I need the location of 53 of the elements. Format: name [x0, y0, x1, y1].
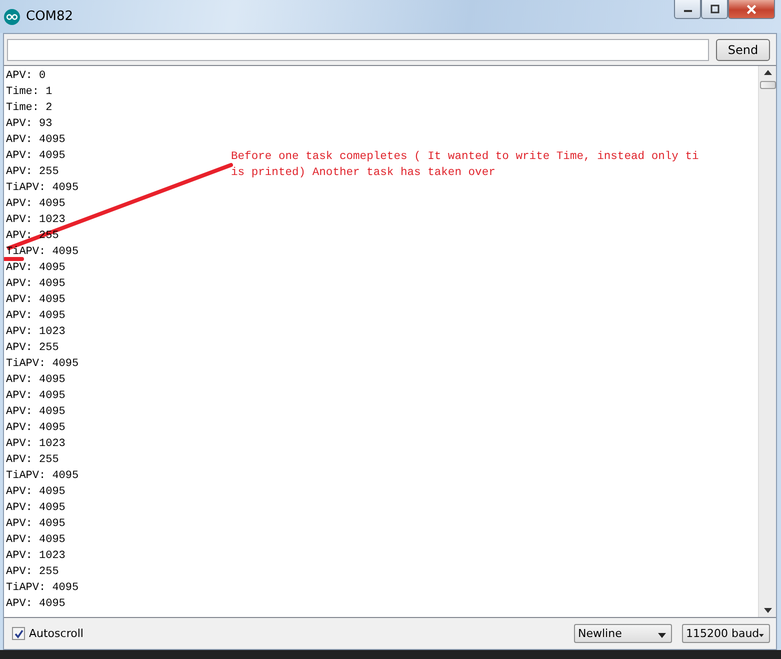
- output-line: APV: 4095: [6, 373, 66, 388]
- output-line: APV: 1023: [6, 213, 66, 228]
- output-line: APV: 1023: [6, 549, 66, 564]
- output-line: APV: 4095: [6, 501, 66, 516]
- output-line: APV: 4095: [6, 133, 66, 148]
- send-input-field[interactable]: [7, 39, 709, 61]
- output-line: TiAPV: 4095: [6, 181, 79, 196]
- output-line: APV: 1023: [6, 437, 66, 452]
- output-line: APV: 4095: [6, 309, 66, 324]
- output-line: APV: 4095: [6, 485, 66, 500]
- scroll-down-icon[interactable]: [764, 608, 772, 613]
- output-line: APV: 4095: [6, 517, 66, 532]
- output-line: Time: 2: [6, 101, 52, 116]
- output-line: APV: 4095: [6, 293, 66, 308]
- autoscroll-checkbox[interactable]: [12, 627, 25, 640]
- output-line: APV: 4095: [6, 597, 66, 612]
- caret-icon: [658, 632, 666, 638]
- output-line: TiAPV: 4095: [6, 245, 79, 260]
- output-line: APV: 4095: [6, 149, 66, 164]
- output-line: APV: 4095: [6, 533, 66, 548]
- maximize-button[interactable]: [701, 0, 728, 19]
- autoscroll-label: Autoscroll: [29, 627, 84, 640]
- close-icon: [746, 4, 757, 14]
- maximize-icon: [710, 4, 720, 14]
- output-line: APV: 4095: [6, 405, 66, 420]
- output-line: APV: 255: [6, 165, 59, 180]
- output-line: APV: 4095: [6, 389, 66, 404]
- output-line: APV: 4095: [6, 277, 66, 292]
- output-line: APV: 1023: [6, 325, 66, 340]
- output-line: APV: 255: [6, 341, 59, 356]
- output-line: APV: 4095: [6, 261, 66, 276]
- send-button[interactable]: Send: [716, 39, 770, 61]
- output-line: TiAPV: 4095: [6, 357, 79, 372]
- output-line: TiAPV: 4095: [6, 469, 79, 484]
- line-ending-dropdown[interactable]: Newline: [574, 624, 672, 643]
- window-title: COM82: [26, 9, 74, 24]
- annotation-text: Before one task comepletes ( It wanted to write Time, instead only ti is printed) Another task has taken over: [231, 150, 700, 181]
- vertical-scrollbar[interactable]: [758, 66, 776, 617]
- minimize-button[interactable]: [674, 0, 701, 19]
- output-line: APV: 0: [6, 69, 46, 84]
- scroll-up-icon[interactable]: [764, 70, 772, 75]
- baud-rate-dropdown[interactable]: 115200 baud: [682, 624, 770, 643]
- output-line: APV: 4095: [6, 197, 66, 212]
- output-line: APV: 4095: [6, 421, 66, 436]
- close-button[interactable]: [728, 0, 775, 19]
- output-line: Time: 1: [6, 85, 52, 100]
- infinity-logo-icon: [4, 8, 20, 24]
- caret-icon: [759, 632, 764, 638]
- output-line: APV: 255: [6, 565, 59, 580]
- output-line: APV: 255: [6, 453, 59, 468]
- output-line: TiAPV: 4095: [6, 581, 79, 596]
- scroll-thumb[interactable]: [760, 81, 776, 89]
- output-line: APV: 93: [6, 117, 52, 132]
